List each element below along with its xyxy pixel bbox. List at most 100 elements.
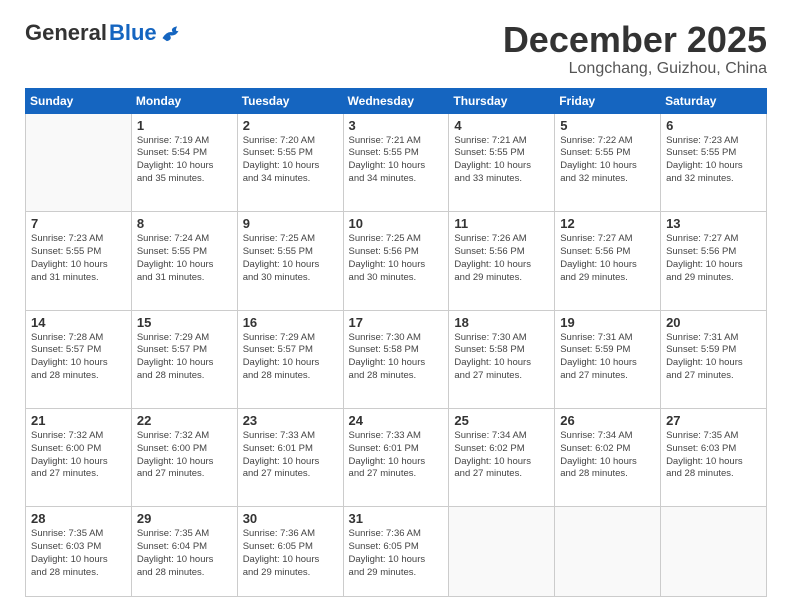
table-row: 25 Sunrise: 7:34 AMSunset: 6:02 PMDayligh… (449, 409, 555, 507)
col-sunday: Sunday (26, 88, 132, 113)
table-row: 7Sunrise: 7:23 AMSunset: 5:55 PMDaylight… (26, 212, 132, 310)
logo-text: GeneralBlue (25, 20, 183, 46)
day-number: 19 (560, 315, 655, 330)
day-info: Sunrise: 7:36 AMSunset: 6:05 PMDaylight:… (349, 528, 444, 579)
day-info: Sunrise: 7:25 AMSunset: 5:56 PMDaylight:… (349, 233, 444, 284)
day-number: 9 (243, 216, 338, 231)
table-row: 30Sunrise: 7:36 AMSunset: 6:05 PMDayligh… (237, 507, 343, 597)
table-row (555, 507, 661, 597)
table-row: 1 Sunrise: 7:19 AMSunset: 5:54 PMDaylight… (131, 113, 237, 211)
col-tuesday: Tuesday (237, 88, 343, 113)
table-row: 6Sunrise: 7:23 AMSunset: 5:55 PMDaylight… (661, 113, 767, 211)
day-number: 21 (31, 413, 126, 428)
day-number: 22 (137, 413, 232, 428)
day-number: 12 (560, 216, 655, 231)
logo-blue: Blue (109, 20, 157, 46)
table-row: 5 Sunrise: 7:22 AMSunset: 5:55 PMDaylight… (555, 113, 661, 211)
table-row: 29 Sunrise: 7:35 AMSunset: 6:04 PMDayligh… (131, 507, 237, 597)
day-info: Sunrise: 7:22 AMSunset: 5:55 PMDaylight:… (560, 135, 655, 186)
title-block: December 2025 Longchang, Guizhou, China (503, 20, 767, 78)
table-row: 17 Sunrise: 7:30 AMSunset: 5:58 PMDayligh… (343, 310, 449, 408)
table-row: 11 Sunrise: 7:26 AMSunset: 5:56 PMDayligh… (449, 212, 555, 310)
table-row: 8Sunrise: 7:24 AMSunset: 5:55 PMDaylight… (131, 212, 237, 310)
table-row: 15 Sunrise: 7:29 AMSunset: 5:57 PMDayligh… (131, 310, 237, 408)
day-info: Sunrise: 7:31 AMSunset: 5:59 PMDaylight:… (560, 332, 655, 383)
day-info: Sunrise: 7:27 AMSunset: 5:56 PMDaylight:… (560, 233, 655, 284)
table-row (661, 507, 767, 597)
calendar-table: Sunday Monday Tuesday Wednesday Thursday… (25, 88, 767, 597)
table-row: 4 Sunrise: 7:21 AMSunset: 5:55 PMDaylight… (449, 113, 555, 211)
day-info: Sunrise: 7:29 AMSunset: 5:57 PMDaylight:… (137, 332, 232, 383)
day-number: 15 (137, 315, 232, 330)
day-info: Sunrise: 7:35 AMSunset: 6:03 PMDaylight:… (666, 430, 761, 481)
day-info: Sunrise: 7:34 AMSunset: 6:02 PMDaylight:… (454, 430, 549, 481)
day-info: Sunrise: 7:19 AMSunset: 5:54 PMDaylight:… (137, 135, 232, 186)
table-row: 3 Sunrise: 7:21 AMSunset: 5:55 PMDaylight… (343, 113, 449, 211)
day-number: 20 (666, 315, 761, 330)
day-info: Sunrise: 7:35 AMSunset: 6:03 PMDaylight:… (31, 528, 126, 579)
month-title: December 2025 (503, 20, 767, 60)
day-number: 2 (243, 118, 338, 133)
table-row: 21 Sunrise: 7:32 AMSunset: 6:00 PMDayligh… (26, 409, 132, 507)
day-info: Sunrise: 7:23 AMSunset: 5:55 PMDaylight:… (31, 233, 126, 284)
table-row: 10Sunrise: 7:25 AMSunset: 5:56 PMDayligh… (343, 212, 449, 310)
col-monday: Monday (131, 88, 237, 113)
day-number: 24 (349, 413, 444, 428)
table-row: 20 Sunrise: 7:31 AMSunset: 5:59 PMDayligh… (661, 310, 767, 408)
day-info: Sunrise: 7:33 AMSunset: 6:01 PMDaylight:… (243, 430, 338, 481)
day-info: Sunrise: 7:31 AMSunset: 5:59 PMDaylight:… (666, 332, 761, 383)
table-row: 13 Sunrise: 7:27 AMSunset: 5:56 PMDayligh… (661, 212, 767, 310)
day-info: Sunrise: 7:28 AMSunset: 5:57 PMDaylight:… (31, 332, 126, 383)
day-number: 11 (454, 216, 549, 231)
table-row: 26Sunrise: 7:34 AMSunset: 6:02 PMDayligh… (555, 409, 661, 507)
table-row (26, 113, 132, 211)
table-row: 14 Sunrise: 7:28 AMSunset: 5:57 PMDayligh… (26, 310, 132, 408)
logo-bird-icon (161, 24, 183, 42)
day-number: 23 (243, 413, 338, 428)
day-info: Sunrise: 7:34 AMSunset: 6:02 PMDaylight:… (560, 430, 655, 481)
day-number: 29 (137, 511, 232, 526)
day-info: Sunrise: 7:30 AMSunset: 5:58 PMDaylight:… (349, 332, 444, 383)
day-info: Sunrise: 7:20 AMSunset: 5:55 PMDaylight:… (243, 135, 338, 186)
table-row (449, 507, 555, 597)
day-number: 13 (666, 216, 761, 231)
table-row: 31Sunrise: 7:36 AMSunset: 6:05 PMDayligh… (343, 507, 449, 597)
col-wednesday: Wednesday (343, 88, 449, 113)
day-info: Sunrise: 7:29 AMSunset: 5:57 PMDaylight:… (243, 332, 338, 383)
day-number: 25 (454, 413, 549, 428)
table-row: 2 Sunrise: 7:20 AMSunset: 5:55 PMDaylight… (237, 113, 343, 211)
location: Longchang, Guizhou, China (503, 60, 767, 78)
table-row: 18 Sunrise: 7:30 AMSunset: 5:58 PMDayligh… (449, 310, 555, 408)
day-info: Sunrise: 7:30 AMSunset: 5:58 PMDaylight:… (454, 332, 549, 383)
day-number: 3 (349, 118, 444, 133)
table-row: 27Sunrise: 7:35 AMSunset: 6:03 PMDayligh… (661, 409, 767, 507)
day-number: 14 (31, 315, 126, 330)
day-info: Sunrise: 7:33 AMSunset: 6:01 PMDaylight:… (349, 430, 444, 481)
table-row: 23 Sunrise: 7:33 AMSunset: 6:01 PMDayligh… (237, 409, 343, 507)
table-row: 24 Sunrise: 7:33 AMSunset: 6:01 PMDayligh… (343, 409, 449, 507)
day-info: Sunrise: 7:35 AMSunset: 6:04 PMDaylight:… (137, 528, 232, 579)
day-number: 16 (243, 315, 338, 330)
col-thursday: Thursday (449, 88, 555, 113)
day-info: Sunrise: 7:21 AMSunset: 5:55 PMDaylight:… (349, 135, 444, 186)
day-info: Sunrise: 7:25 AMSunset: 5:55 PMDaylight:… (243, 233, 338, 284)
day-number: 17 (349, 315, 444, 330)
day-number: 1 (137, 118, 232, 133)
header: GeneralBlue December 2025 Longchang, Gui… (25, 20, 767, 78)
day-number: 5 (560, 118, 655, 133)
day-info: Sunrise: 7:32 AMSunset: 6:00 PMDaylight:… (137, 430, 232, 481)
day-info: Sunrise: 7:21 AMSunset: 5:55 PMDaylight:… (454, 135, 549, 186)
day-number: 28 (31, 511, 126, 526)
table-row: 19 Sunrise: 7:31 AMSunset: 5:59 PMDayligh… (555, 310, 661, 408)
day-info: Sunrise: 7:26 AMSunset: 5:56 PMDaylight:… (454, 233, 549, 284)
table-row: 22 Sunrise: 7:32 AMSunset: 6:00 PMDayligh… (131, 409, 237, 507)
day-number: 4 (454, 118, 549, 133)
table-row: 9 Sunrise: 7:25 AMSunset: 5:55 PMDaylight… (237, 212, 343, 310)
day-info: Sunrise: 7:27 AMSunset: 5:56 PMDaylight:… (666, 233, 761, 284)
day-info: Sunrise: 7:32 AMSunset: 6:00 PMDaylight:… (31, 430, 126, 481)
col-saturday: Saturday (661, 88, 767, 113)
day-number: 18 (454, 315, 549, 330)
day-number: 6 (666, 118, 761, 133)
table-row: 12 Sunrise: 7:27 AMSunset: 5:56 PMDayligh… (555, 212, 661, 310)
logo-general: General (25, 20, 107, 46)
